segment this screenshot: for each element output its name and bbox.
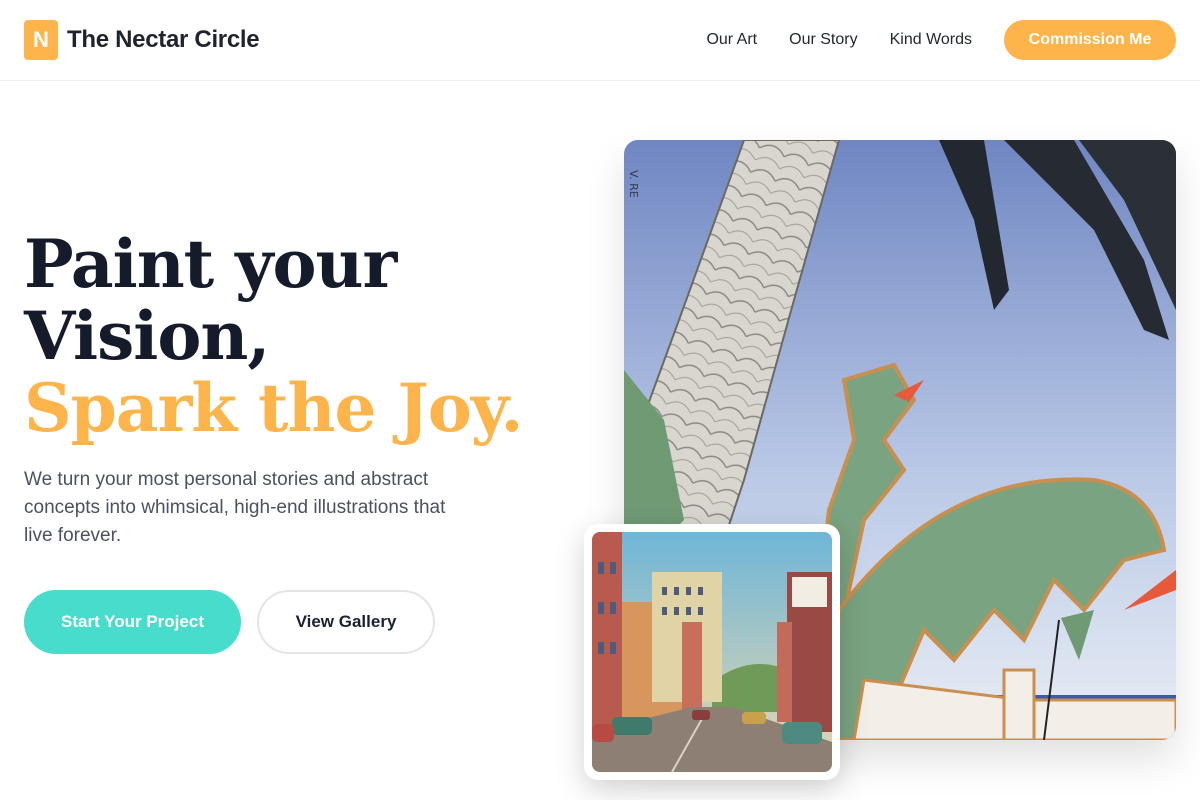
logo-mark-icon: N (24, 20, 58, 60)
site-header: N The Nectar Circle Our Art Our Story Ki… (0, 0, 1200, 81)
nav-link-our-art[interactable]: Our Art (706, 31, 757, 49)
brand-name: The Nectar Circle (67, 26, 260, 53)
main-nav: Our Art Our Story Kind Words Commission … (706, 20, 1176, 60)
hero-description: We turn your most personal stories and a… (24, 469, 446, 546)
nav-link-our-story[interactable]: Our Story (789, 31, 857, 49)
brand-logo[interactable]: N The Nectar Circle (24, 20, 260, 60)
nav-link-kind-words[interactable]: Kind Words (890, 31, 972, 49)
view-gallery-button[interactable]: View Gallery (257, 590, 435, 654)
hero-title: Paint your Vision, Spark the Joy. (24, 228, 523, 444)
start-project-button[interactable]: Start Your Project (24, 590, 241, 654)
commission-button[interactable]: Commission Me (1004, 20, 1176, 60)
secondary-image-card (584, 524, 840, 780)
hero-title-line-2: Vision, (24, 297, 270, 375)
hero-title-accent: Spark the Joy. (24, 369, 523, 447)
svg-text:V. RE: V. RE (627, 170, 640, 198)
secondary-image (592, 532, 832, 772)
hero-title-line-1: Paint your (24, 225, 397, 303)
